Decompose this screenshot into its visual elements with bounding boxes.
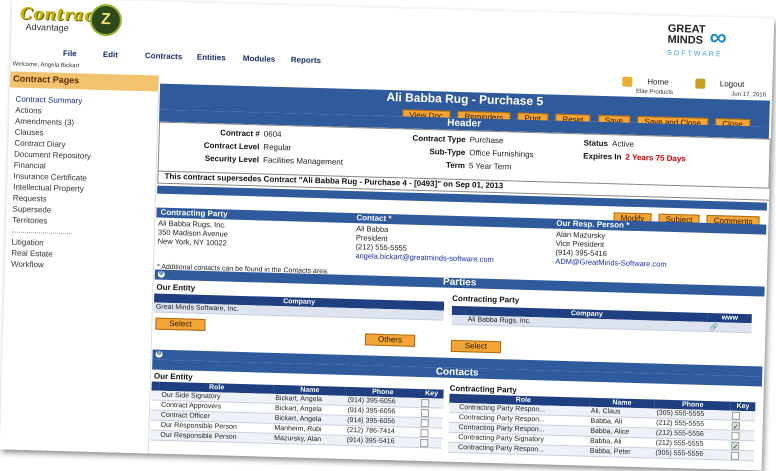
- term-label: Term: [445, 160, 466, 171]
- party-select-button[interactable]: Select: [450, 339, 502, 354]
- party-city: New York, NY 10022: [157, 236, 227, 248]
- key-checkbox[interactable]: [731, 431, 740, 440]
- company-name: Elite Products: [635, 88, 674, 96]
- logout-icon: [694, 78, 705, 89]
- key-checkbox-checked[interactable]: ✓: [731, 421, 741, 430]
- contacts-title: Contacts: [435, 366, 479, 379]
- row-marker: [451, 314, 466, 325]
- expires-label: Expires In: [583, 151, 622, 162]
- contract-level-value: Regular: [263, 142, 292, 153]
- security-level-label: Security Level: [204, 153, 260, 165]
- application-window: Contract Advantage Z GREAT MINDS ∞ SOFTWA…: [0, 0, 775, 471]
- contact-details: Ali Babba President (212) 555-5555 angel…: [355, 224, 494, 264]
- sidebar-divider: [11, 225, 73, 235]
- resp-person-details: Alan Mazursky Vice President (914) 395-5…: [555, 230, 667, 269]
- term-value: 5 Year Term: [468, 161, 512, 172]
- sidebar: Contract Pages Contract Summary Actions …: [0, 71, 160, 456]
- key-checkbox[interactable]: [420, 438, 429, 447]
- parties-contracting-party-heading: Contracting Party: [452, 293, 520, 305]
- parties-our-entity-heading: Our Entity: [156, 282, 196, 293]
- home-icon: [622, 76, 633, 87]
- party-address: Ali Babba Rugs, Inc. 350 Madison Avenue …: [158, 219, 229, 248]
- parties-title: Parties: [442, 276, 477, 289]
- menu-edit[interactable]: Edit: [103, 50, 118, 59]
- key-checkbox[interactable]: [421, 398, 430, 407]
- contracting-party-table: Company www Ali Babba Rugs, Inc. 🔗: [451, 305, 752, 333]
- menu-entities[interactable]: Entities: [197, 53, 226, 63]
- welcome-text: Welcome, Angela Bickart: [12, 61, 80, 70]
- our-select-button[interactable]: Select: [155, 317, 206, 331]
- party-contacts-table: Role Name Phone Key Contracting Party Re…: [447, 393, 756, 462]
- header-column-left: Contract #0604 Contract Level Regular Sec…: [163, 125, 344, 169]
- infinity-icon: ∞: [709, 23, 728, 52]
- logo-sub-text: Advantage: [25, 21, 69, 34]
- menu-contracts[interactable]: Contracts: [145, 51, 183, 61]
- header-column-right: Status Active Expires In 2 Years 75 Days: [583, 136, 686, 165]
- great-minds-logo: GREAT MINDS ∞ SOFTWARE: [667, 23, 764, 63]
- menu-modules[interactable]: Modules: [243, 54, 276, 64]
- vendor-line3: SOFTWARE: [667, 49, 723, 59]
- status-label: Status: [583, 138, 609, 149]
- header-column-middle: Contract Type Purchase Sub-Type Office Fur…: [385, 131, 534, 174]
- www-link-icon[interactable]: 🔗: [707, 321, 752, 333]
- key-checkbox[interactable]: [420, 428, 429, 437]
- vendor-line2: MINDS: [667, 33, 704, 47]
- logo-badge-icon: Z: [89, 3, 123, 37]
- key-checkbox[interactable]: [732, 411, 741, 420]
- our-contacts-table: Role Name Phone Key Our Side Signatory Bi…: [150, 381, 444, 449]
- sub-type-value: Office Furnishings: [469, 148, 534, 160]
- home-label: Home: [647, 77, 669, 87]
- key-checkbox[interactable]: [420, 418, 429, 427]
- contract-type-value: Purchase: [469, 135, 504, 146]
- key-checkbox-checked[interactable]: ✓: [731, 441, 740, 450]
- our-entity-table: Company Great Minds Software, Inc.: [153, 293, 445, 321]
- home-button[interactable]: Home: [610, 76, 669, 87]
- row-marker-col: [451, 305, 467, 316]
- menu-file[interactable]: File: [63, 49, 77, 58]
- contract-advantage-logo[interactable]: Contract Advantage Z: [19, 2, 130, 43]
- sidebar-heading: Contract Pages: [9, 71, 159, 92]
- key-checkbox[interactable]: [731, 451, 740, 460]
- others-button[interactable]: Others: [364, 333, 416, 347]
- collapse-icon-2[interactable]: ⚙: [155, 350, 163, 358]
- sidebar-list: Contract Summary Actions Amendments (3) …: [5, 93, 158, 273]
- contacts-our-entity-heading: Our Entity: [153, 371, 193, 382]
- contacts-contracting-party-heading: Contracting Party: [449, 383, 517, 395]
- collapse-icon[interactable]: ⚙: [157, 270, 165, 278]
- security-level-value: Facilities Management: [262, 155, 344, 167]
- status-value: Active: [611, 139, 634, 149]
- logout-label: Logout: [719, 79, 745, 90]
- current-date: Jun 17, 2016: [731, 91, 767, 99]
- main-panel: Elite Products Jun 17, 2016 Ali Babba Ru…: [150, 76, 775, 471]
- logout-button[interactable]: Logout: [683, 78, 745, 90]
- menu-reports[interactable]: Reports: [291, 55, 321, 65]
- resp-person-email-link[interactable]: ADM@GreatMinds-Software.com: [555, 257, 667, 269]
- expires-value: 2 Years 75 Days: [625, 152, 686, 164]
- contract-no-value: 0604: [263, 129, 282, 140]
- key-checkbox[interactable]: [420, 408, 430, 417]
